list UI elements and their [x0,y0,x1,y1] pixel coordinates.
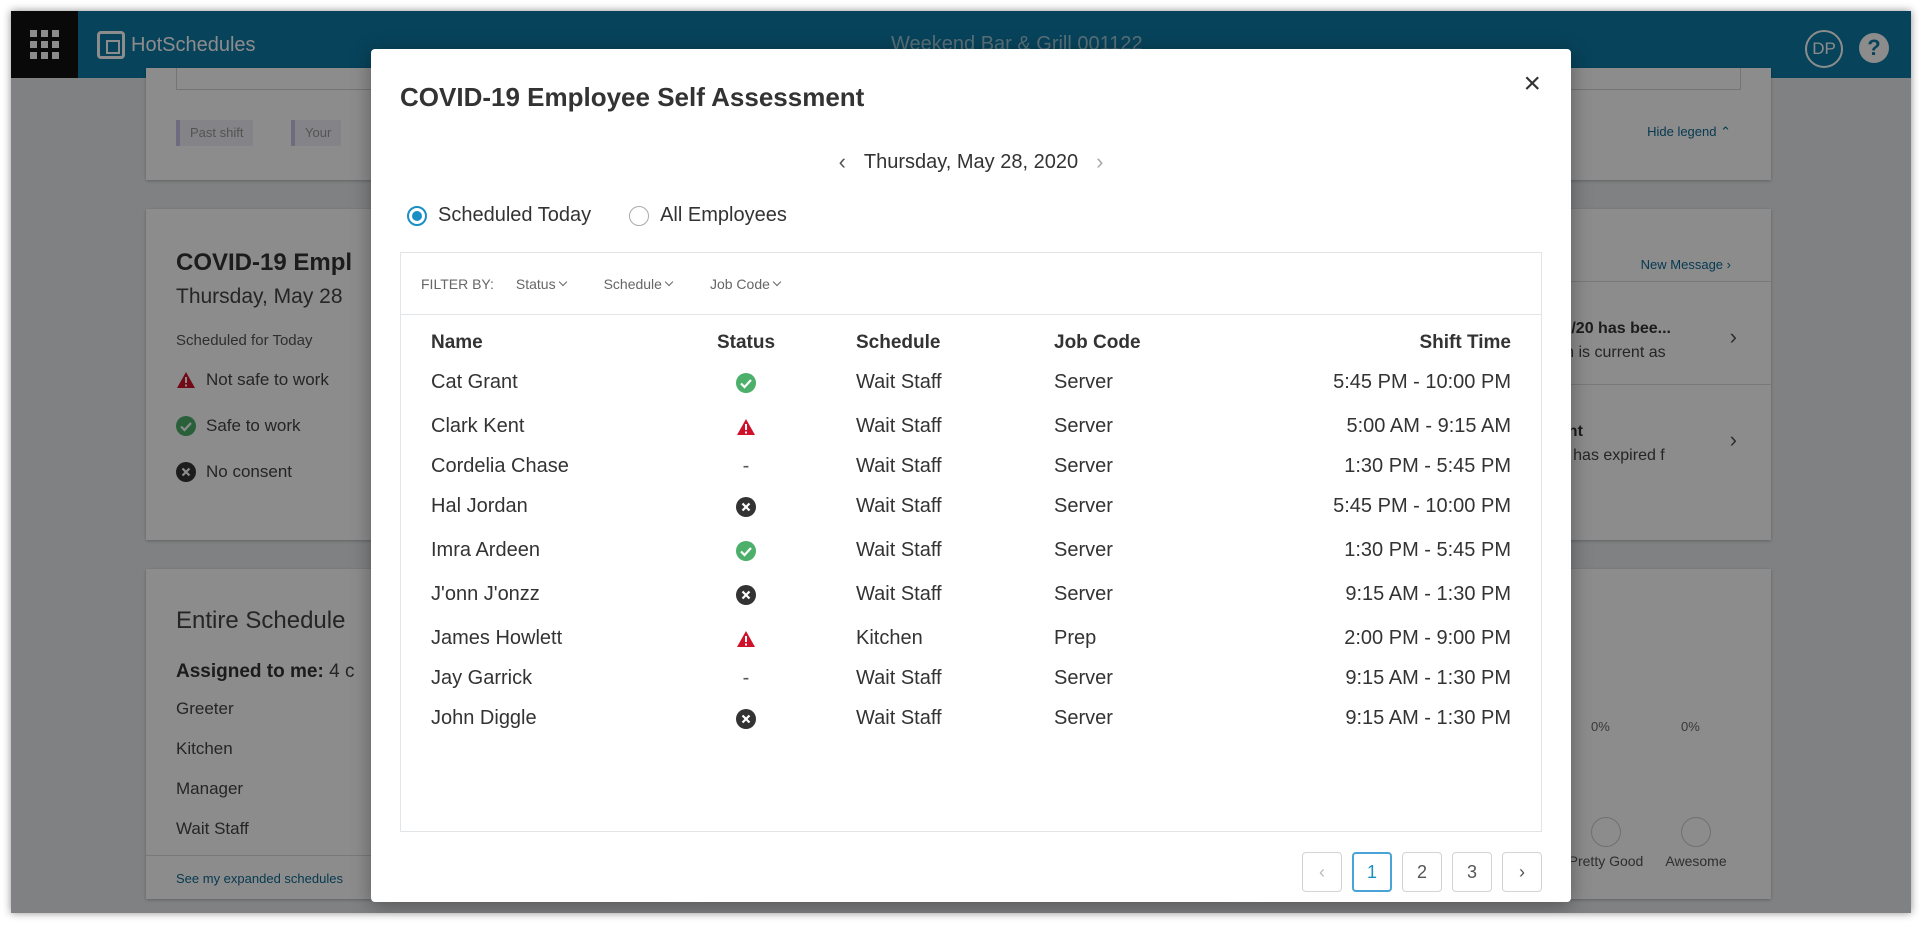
cell-status [706,495,786,518]
x-circle-icon [736,708,756,729]
header-status[interactable]: Status [706,332,786,354]
cell-shift-time: 1:30 PM - 5:45 PM [1344,455,1511,477]
page-3-button[interactable]: 3 [1452,852,1492,892]
cell-name: Cat Grant [431,371,518,393]
x-circle-icon [736,584,756,605]
cell-job-code: Server [1054,415,1113,437]
cell-schedule: Wait Staff [856,415,942,437]
cell-schedule: Kitchen [856,627,923,649]
cell-schedule: Wait Staff [856,539,942,561]
chevron-right-icon[interactable]: › [1096,149,1103,175]
app-window: HotSchedules Weekend Bar & Grill 001122 … [11,11,1911,913]
cell-name: Clark Kent [431,415,525,437]
cell-status [706,371,786,394]
cell-shift-time: 9:15 AM - 1:30 PM [1345,707,1511,729]
cell-name: Cordelia Chase [431,455,569,477]
filter-by-label: FILTER BY: [421,275,494,292]
cell-job-code: Server [1054,539,1113,561]
no-status: - [742,667,750,689]
cell-status [706,627,786,650]
cell-schedule: Wait Staff [856,455,942,477]
filter-bar: FILTER BY: Status Schedule Job Code [401,253,1541,315]
current-date: Thursday, May 28, 2020 [863,150,1079,173]
page-2-button[interactable]: 2 [1402,852,1442,892]
prev-page-button[interactable]: ‹ [1302,852,1342,892]
date-navigator: ‹ Thursday, May 28, 2020 › [371,149,1571,175]
header-schedule[interactable]: Schedule [856,332,940,354]
cell-schedule: Wait Staff [856,707,942,729]
cell-job-code: Server [1054,583,1113,605]
no-status: - [742,455,750,477]
cell-name: James Howlett [431,627,563,649]
cell-name: Imra Ardeen [431,539,540,561]
cell-status [706,539,786,562]
table-row[interactable]: James Howlett Kitchen Prep 2:00 PM - 9:00 P… [401,621,1541,657]
cell-shift-time: 5:45 PM - 10:00 PM [1333,371,1511,393]
chevron-left-icon[interactable]: ‹ [839,149,846,175]
cell-shift-time: 9:15 AM - 1:30 PM [1345,583,1511,605]
next-page-button[interactable]: › [1502,852,1542,892]
table-row[interactable]: J'onn J'onzz Wait Staff Server 9:15 AM - 1:… [401,577,1541,613]
filter-schedule-dropdown[interactable]: Schedule [604,276,674,292]
cell-shift-time: 5:00 AM - 9:15 AM [1346,415,1511,437]
cell-schedule: Wait Staff [856,583,942,605]
radio-scheduled-today[interactable]: Scheduled Today [407,204,591,227]
employee-table: FILTER BY: Status Schedule Job Code Name… [400,252,1542,832]
table-row[interactable]: Hal Jordan Wait Staff Server 5:45 PM - 10:0… [401,489,1541,525]
radio-all-employees[interactable]: All Employees [629,204,787,227]
header-name[interactable]: Name [431,332,483,354]
header-shift-time[interactable]: Shift Time [1420,332,1512,354]
table-row[interactable]: John Diggle Wait Staff Server 9:15 AM - 1:3… [401,701,1541,737]
check-circle-icon [736,540,756,561]
filter-job-code-dropdown[interactable]: Job Code [710,276,782,292]
cell-shift-time: 2:00 PM - 9:00 PM [1344,627,1511,649]
cell-status [706,415,786,438]
cell-shift-time: 1:30 PM - 5:45 PM [1344,539,1511,561]
check-circle-icon [736,372,756,393]
chevron-down-icon [664,277,674,286]
cell-shift-time: 5:45 PM - 10:00 PM [1333,495,1511,517]
pagination: ‹ 1 2 3 › [1292,852,1542,892]
table-row[interactable]: Clark Kent Wait Staff Server 5:00 AM - 9:15… [401,409,1541,445]
table-row[interactable]: Cat Grant Wait Staff Server 5:45 PM - 10:00… [401,365,1541,401]
cell-job-code: Server [1054,667,1113,689]
cell-name: John Diggle [431,707,537,729]
filter-status-dropdown[interactable]: Status [516,276,567,292]
table-row[interactable]: Imra Ardeen Wait Staff Server 1:30 PM - 5:4… [401,533,1541,569]
cell-status [706,583,786,606]
modal-title: COVID-19 Employee Self Assessment [400,82,865,112]
close-icon[interactable]: × [1523,69,1541,99]
cell-job-code: Server [1054,495,1113,517]
page-1-button[interactable]: 1 [1352,852,1392,892]
cell-status: - [706,667,786,690]
employee-scope-radios: Scheduled Today All Employees [407,204,825,227]
header-job-code[interactable]: Job Code [1054,332,1141,354]
cell-name: J'onn J'onzz [431,583,540,605]
table-header: Name Status Schedule Job Code Shift Time [401,332,1541,362]
cell-status [706,707,786,730]
cell-job-code: Server [1054,455,1113,477]
warning-icon [737,418,755,435]
warning-icon [737,630,755,647]
chevron-down-icon [772,277,782,286]
cell-name: Hal Jordan [431,495,528,517]
cell-job-code: Server [1054,371,1113,393]
x-circle-icon [736,496,756,517]
cell-job-code: Prep [1054,627,1097,649]
cell-shift-time: 9:15 AM - 1:30 PM [1345,667,1511,689]
cell-schedule: Wait Staff [856,371,942,393]
cell-schedule: Wait Staff [856,495,942,517]
cell-name: Jay Garrick [431,667,533,689]
table-row[interactable]: Cordelia Chase - Wait Staff Server 1:30 PM -… [401,449,1541,485]
covid-assessment-modal: COVID-19 Employee Self Assessment × ‹ Th… [371,49,1571,902]
table-row[interactable]: Jay Garrick - Wait Staff Server 9:15 AM - 1:… [401,661,1541,697]
chevron-down-icon [558,277,567,286]
cell-status: - [706,455,786,478]
cell-job-code: Server [1054,707,1113,729]
cell-schedule: Wait Staff [856,667,942,689]
